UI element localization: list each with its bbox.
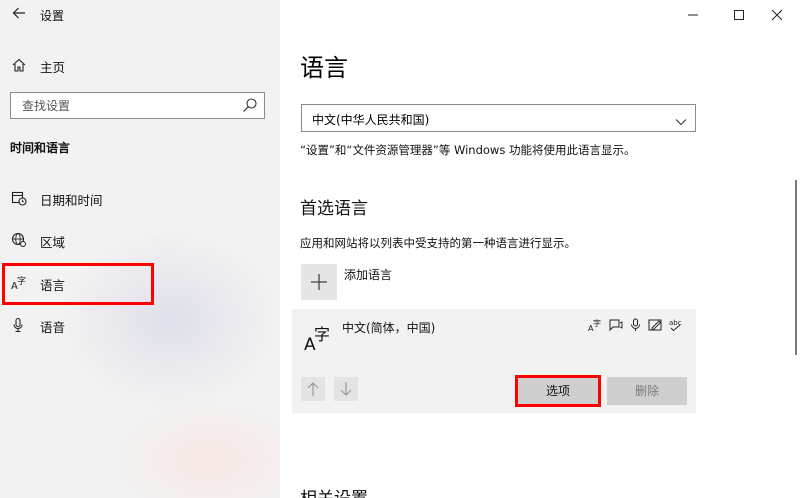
move-down-button[interactable] — [334, 377, 358, 401]
minimize-button[interactable] — [670, 0, 716, 30]
minimize-icon — [688, 14, 698, 16]
sidebar-item-label: 区域 — [40, 235, 66, 250]
page-title: 语言 — [300, 54, 348, 82]
microphone-icon — [11, 317, 27, 333]
sidebar-item-date-time[interactable]: 日期和时间 — [0, 180, 280, 216]
preferred-languages-description: 应用和网站将以列表中受支持的第一种语言进行显示。 — [300, 236, 576, 250]
handwriting-icon — [648, 317, 663, 331]
language-feature-icons: A字 abc — [588, 317, 683, 333]
arrow-down-icon — [340, 382, 352, 396]
preferred-languages-heading: 首选语言 — [300, 199, 368, 219]
sidebar-item-label: 日期和时间 — [40, 193, 103, 208]
language-name: 中文(简体，中国) — [342, 321, 436, 335]
back-arrow-icon[interactable] — [12, 6, 28, 24]
remove-button[interactable]: 删除 — [607, 377, 687, 405]
app-title: 设置 — [40, 9, 65, 23]
maximize-icon — [734, 10, 744, 20]
close-button[interactable] — [754, 0, 800, 30]
move-up-button[interactable] — [301, 377, 325, 401]
scrollbar[interactable] — [795, 180, 797, 355]
arrow-up-icon — [307, 382, 319, 396]
search-input[interactable] — [12, 94, 237, 117]
display-language-value: 中文(中华人民共和国) — [312, 113, 430, 127]
language-glyph-icon: A字 — [304, 323, 334, 355]
sidebar-item-region[interactable]: 区域 — [0, 222, 280, 258]
svg-text:字: 字 — [314, 325, 330, 344]
globe-icon — [11, 232, 27, 248]
add-language-button[interactable] — [301, 264, 337, 300]
search-icon[interactable] — [242, 97, 258, 113]
home-icon — [11, 57, 27, 73]
search-box[interactable] — [10, 92, 265, 119]
language-list-item[interactable]: A字 中文(简体，中国) A字 abc 选项 删除 — [292, 309, 696, 413]
highlight-box-options — [515, 375, 601, 407]
sidebar-item-label: 语音 — [40, 320, 66, 335]
text-to-speech-icon — [608, 317, 623, 332]
section-heading: 时间和语言 — [10, 141, 71, 155]
display-language-select[interactable]: 中文(中华人民共和国) — [301, 104, 696, 132]
sidebar-item-home[interactable]: 主页 — [0, 47, 280, 83]
main-content: 语言 中文(中华人民共和国) “设置”和“文件资源管理器”等 Windows 功… — [280, 0, 800, 498]
sidebar-item-speech[interactable]: 语音 — [0, 307, 280, 343]
sidebar-backdrop-glow-warm — [110, 400, 280, 498]
related-settings-heading: 相关设置 — [300, 484, 368, 498]
highlight-box-language — [2, 263, 154, 305]
sidebar-item-label: 主页 — [40, 60, 66, 75]
plus-icon — [311, 274, 327, 290]
display-language-icon: A字 — [588, 317, 603, 333]
display-language-note: “设置”和“文件资源管理器”等 Windows 功能将使用此语言显示。 — [300, 143, 636, 157]
spell-check-icon: abc — [668, 317, 683, 332]
sidebar: 设置 主页 时间和语言 日期和时间 区域 A字 语言 语音 — [0, 0, 280, 498]
add-language-label[interactable]: 添加语言 — [344, 266, 392, 283]
svg-text:字: 字 — [593, 318, 601, 328]
close-icon — [771, 9, 783, 21]
speech-recognition-icon — [628, 317, 643, 331]
calendar-clock-icon — [11, 190, 27, 206]
chevron-down-icon — [675, 113, 687, 126]
